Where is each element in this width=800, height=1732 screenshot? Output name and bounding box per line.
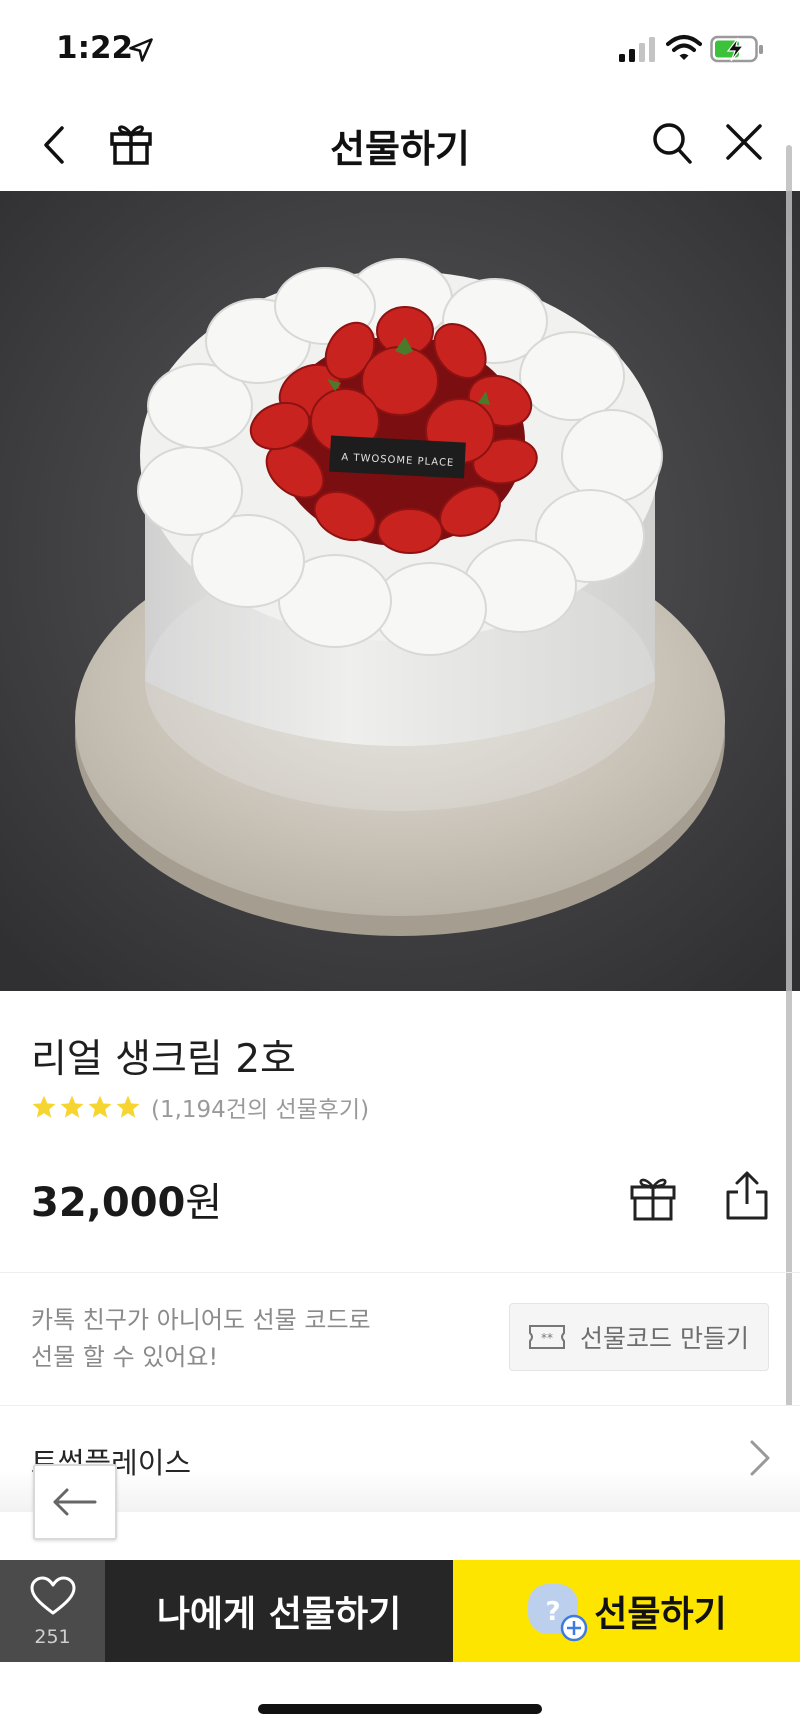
location-arrow-icon bbox=[129, 38, 153, 62]
svg-text:**: ** bbox=[541, 1331, 553, 1345]
signal-icon bbox=[619, 37, 655, 62]
search-icon[interactable] bbox=[650, 120, 694, 166]
star-icon bbox=[32, 1095, 56, 1118]
rating-row[interactable]: (1,194건의 선물후기) bbox=[31, 1090, 369, 1124]
star-icon bbox=[88, 1095, 112, 1118]
price-value: 32,000 bbox=[31, 1180, 186, 1226]
like-count: 251 bbox=[34, 1626, 71, 1648]
brand-row[interactable]: 트썸플레이스 bbox=[0, 1406, 800, 1512]
star-icon bbox=[60, 1095, 84, 1118]
close-icon[interactable] bbox=[724, 122, 764, 162]
product-image[interactable]: A TWOSOME PLACE bbox=[0, 191, 800, 991]
divider bbox=[0, 1272, 800, 1273]
bottom-action-bar: 251 나에게 선물하기 ? 선물하기 bbox=[0, 1560, 800, 1662]
home-indicator bbox=[258, 1704, 542, 1714]
gift-code-description-line2: 선물 할 수 있어요! bbox=[31, 1343, 219, 1371]
status-bar: 1:22 bbox=[0, 0, 800, 100]
product-name: 리얼 생크림 2호 bbox=[31, 1037, 296, 1082]
wifi-icon bbox=[666, 35, 702, 60]
status-time: 1:22 bbox=[56, 30, 134, 66]
send-gift-button[interactable]: ? 선물하기 bbox=[453, 1560, 800, 1662]
svg-text:?: ? bbox=[546, 1597, 561, 1627]
send-gift-label: 선물하기 bbox=[594, 1594, 727, 1635]
heart-icon bbox=[30, 1576, 76, 1615]
arrow-left-icon bbox=[53, 1488, 97, 1516]
gift-code-description: 카톡 친구가 아니어도 선물 코드로 선물 할 수 있어요! bbox=[31, 1302, 451, 1376]
create-gift-code-button[interactable]: ** 선물코드 만들기 bbox=[509, 1303, 769, 1371]
rating-stars bbox=[31, 1094, 141, 1120]
price-unit: 원 bbox=[185, 1180, 223, 1226]
product-price: 32,000원 bbox=[31, 1170, 222, 1228]
battery-charging-icon bbox=[710, 35, 763, 63]
star-icon bbox=[116, 1095, 140, 1118]
floating-back-button[interactable] bbox=[33, 1464, 117, 1540]
gift-code-description-line1: 카톡 친구가 아니어도 선물 코드로 bbox=[31, 1306, 371, 1334]
gift-to-myself-label: 나에게 선물하기 bbox=[156, 1594, 402, 1635]
wishlist-gift-icon[interactable] bbox=[628, 1172, 678, 1222]
top-nav-bar: 선물하기 bbox=[0, 100, 800, 191]
create-gift-code-label: 선물코드 만들기 bbox=[580, 1324, 749, 1353]
scrollbar[interactable] bbox=[786, 145, 792, 1475]
chevron-right-icon bbox=[750, 1440, 770, 1476]
like-button[interactable]: 251 bbox=[0, 1560, 105, 1662]
gift-to-myself-button[interactable]: 나에게 선물하기 bbox=[105, 1560, 453, 1662]
ticket-icon: ** bbox=[529, 1325, 565, 1349]
share-icon[interactable] bbox=[722, 1170, 772, 1222]
friend-select-icon: ? bbox=[528, 1584, 588, 1642]
review-count[interactable]: (1,194건의 선물후기) bbox=[151, 1090, 369, 1124]
cake-photo: A TWOSOME PLACE bbox=[0, 191, 800, 991]
